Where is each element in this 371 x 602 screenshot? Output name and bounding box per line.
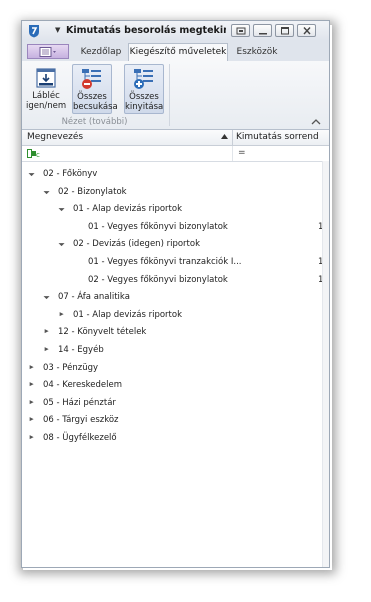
vertical-scrollbar[interactable] bbox=[322, 161, 329, 567]
tree-row[interactable]: 01 - Vegyes főkönyvi tranzakciók I... 1 bbox=[22, 257, 329, 273]
tab-kezdolap[interactable]: Kezdőlap bbox=[76, 45, 126, 61]
app-logo-icon[interactable] bbox=[27, 24, 41, 38]
expand-all-icon bbox=[134, 69, 153, 89]
tree-collapsed-icon[interactable]: ▶ bbox=[45, 346, 49, 352]
tree-row[interactable]: ◢ 02 - Bizonylatok bbox=[22, 187, 329, 203]
tree-row[interactable]: ▶ 03 - Pénzügy bbox=[22, 363, 329, 379]
maximize-button[interactable] bbox=[275, 24, 294, 37]
tree-row-label: 02 - Devizás (idegen) riportok bbox=[73, 239, 200, 250]
expand-all-label-2: kinyitása bbox=[125, 102, 164, 112]
grid-header: Megnevezés Kimutatás sorrend bbox=[22, 130, 329, 146]
collapse-all-label-2: becsukása bbox=[73, 102, 118, 112]
ribbon-tab-bar: Kezdőlap Kiegészítő műveletek Eszközök bbox=[22, 41, 329, 62]
tree-row[interactable]: 01 - Vegyes főkönyvi bizonylatok 1 bbox=[22, 222, 329, 238]
footer-toggle-icon bbox=[36, 68, 56, 88]
report-classification-window: ▼ Kimutatás besorolás megtekinté... bbox=[21, 20, 330, 568]
tree-row[interactable]: 02 - Vegyes főkönyvi bizonylatok 1 bbox=[22, 275, 329, 291]
footer-toggle-label-1: Lábléc bbox=[32, 91, 60, 101]
tree-row[interactable]: ▶ 04 - Kereskedelem bbox=[22, 380, 329, 396]
tab-eszkozok[interactable]: Eszközök bbox=[232, 45, 282, 61]
tab-kiegeszito-muveletek[interactable]: Kiegészítő műveletek bbox=[128, 43, 228, 62]
ribbon-group-label: Nézet (további) bbox=[61, 117, 128, 127]
tree-row-label: 07 - Áfa analitika bbox=[58, 292, 130, 303]
tree-collapsed-icon[interactable]: ▶ bbox=[60, 311, 64, 317]
tree-collapsed-icon[interactable]: ▶ bbox=[30, 364, 34, 370]
tree-collapsed-icon[interactable]: ▶ bbox=[30, 381, 34, 387]
app-menu-icon bbox=[39, 47, 56, 57]
tree-row-label: 14 - Egyéb bbox=[58, 345, 104, 355]
sort-ascending-icon bbox=[221, 134, 228, 139]
tree-expanded-icon[interactable]: ◢ bbox=[58, 204, 66, 212]
tree-row[interactable]: ◢ 01 - Alap devizás riportok bbox=[22, 204, 329, 220]
tree-row[interactable]: ▶ 14 - Egyéb bbox=[22, 345, 329, 361]
filter-row[interactable]: c = bbox=[22, 146, 329, 162]
text-filter-icon[interactable]: c bbox=[27, 149, 40, 158]
tree-collapsed-icon[interactable]: ▶ bbox=[30, 399, 34, 405]
tree-row-label: 01 - Alap devizás riportok bbox=[73, 309, 182, 320]
tree-collapsed-icon[interactable]: ▶ bbox=[45, 328, 49, 334]
window-menu-arrow-icon[interactable]: ▼ bbox=[55, 26, 60, 34]
tree-expanded-icon[interactable]: ◢ bbox=[28, 169, 36, 177]
expand-all-label-1: Összes bbox=[129, 92, 159, 102]
tree-row-label: 02 - Bizonylatok bbox=[58, 186, 127, 197]
footer-toggle-label-2: igen/nem bbox=[26, 101, 67, 111]
tree-row-label: 03 - Pénzügy bbox=[43, 362, 99, 373]
application-menu-button[interactable] bbox=[27, 44, 69, 59]
tree-row-label: 02 - Főkönyv bbox=[43, 169, 98, 179]
tree-row-label: 01 - Vegyes főkönyvi tranzakciók I... bbox=[88, 257, 242, 267]
tree-row[interactable]: ◢ 02 - Devizás (idegen) riportok bbox=[22, 239, 329, 255]
tree-row[interactable]: ▶ 05 - Házi pénztár bbox=[22, 398, 329, 414]
window-title: Kimutatás besorolás megtekinté... bbox=[66, 25, 226, 36]
tree-expanded-icon[interactable]: ◢ bbox=[43, 187, 51, 195]
tree-row[interactable]: ▶ 12 - Könyvelt tételek bbox=[22, 327, 329, 343]
maximize-icon bbox=[281, 27, 289, 35]
tree-row[interactable]: ▶ 08 - Ügyfélkezelő bbox=[22, 433, 329, 449]
ribbon-collapse-icon[interactable] bbox=[310, 117, 322, 127]
tree-row[interactable]: ▶ 06 - Tárgyi eszköz bbox=[22, 415, 329, 431]
tree-expanded-icon[interactable]: ◢ bbox=[58, 240, 66, 248]
tree-collapsed-icon[interactable]: ▶ bbox=[30, 416, 34, 422]
column-header-megnevezes[interactable]: Megnevezés bbox=[27, 132, 83, 142]
tree-row-label: 04 - Kereskedelem bbox=[43, 380, 122, 391]
ribbon-group-separator bbox=[169, 64, 170, 126]
footer-toggle-button[interactable]: Lábléc igen/nem bbox=[26, 64, 66, 114]
filter-separator bbox=[232, 146, 233, 161]
minimize-icon bbox=[259, 33, 267, 35]
tree-row-label: 01 - Vegyes főkönyvi bizonylatok bbox=[88, 221, 228, 232]
tree-row-label: 02 - Vegyes főkönyvi bizonylatok bbox=[88, 274, 228, 285]
tree-row-label: 01 - Alap devizás riportok bbox=[73, 204, 182, 215]
tree-row-label: 12 - Könyvelt tételek bbox=[58, 327, 147, 338]
collapse-all-button[interactable]: Összes becsukása bbox=[72, 64, 118, 114]
tree-row-label: 05 - Házi pénztár bbox=[43, 397, 116, 408]
collapse-all-label-1: Összes bbox=[77, 92, 107, 102]
pin-icon bbox=[236, 27, 246, 35]
title-bar[interactable]: ▼ Kimutatás besorolás megtekinté... bbox=[22, 21, 329, 41]
column-header-kimutatas-sorrend[interactable]: Kimutatás sorrend bbox=[236, 132, 319, 142]
tree-collapsed-icon[interactable]: ▶ bbox=[30, 434, 34, 440]
pin-window-button[interactable] bbox=[231, 24, 250, 37]
svg-text:c: c bbox=[36, 151, 40, 158]
minimize-button[interactable] bbox=[253, 24, 272, 37]
tree-row[interactable]: ▶ 01 - Alap devizás riportok bbox=[22, 310, 329, 326]
column-separator[interactable] bbox=[232, 130, 233, 145]
expand-all-button[interactable]: Összes kinyitása bbox=[124, 64, 164, 114]
tree-row[interactable]: ◢ 07 - Áfa analitika bbox=[22, 292, 329, 308]
close-icon bbox=[303, 27, 311, 35]
collapse-all-icon bbox=[82, 69, 101, 89]
tree-row[interactable]: ◢ 02 - Főkönyv bbox=[22, 169, 329, 185]
tree-row-label: 08 - Ügyfélkezelő bbox=[43, 433, 117, 443]
close-button[interactable] bbox=[297, 24, 316, 37]
tree-expanded-icon[interactable]: ◢ bbox=[43, 292, 51, 300]
ribbon-panel: Lábléc igen/nem Összes becsukása Összes … bbox=[22, 61, 329, 130]
tree-row-label: 06 - Tárgyi eszköz bbox=[43, 415, 119, 426]
filter-operator-equals[interactable]: = bbox=[238, 148, 246, 158]
